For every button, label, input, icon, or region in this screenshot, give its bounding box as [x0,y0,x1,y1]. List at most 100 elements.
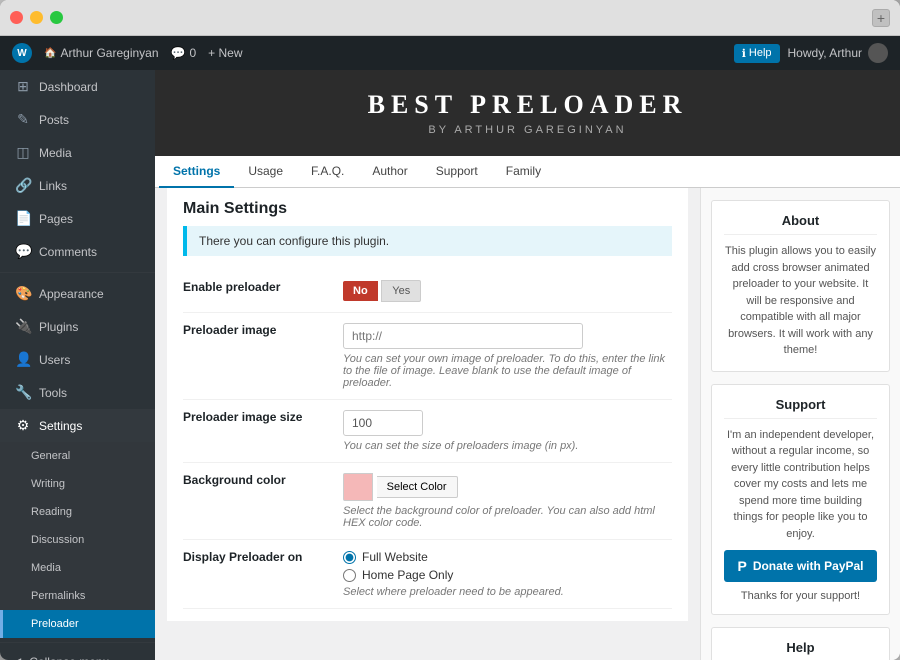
field-display-on: Full Website Home Page Only Select where [343,540,672,609]
sidebar-item-general[interactable]: General [0,442,155,470]
maximize-button[interactable] [50,11,63,24]
toggle-yes-button[interactable]: Yes [381,280,421,302]
label-image-size: Preloader image size [183,400,343,463]
sidebar-item-links[interactable]: 🔗 Links [0,169,155,202]
wp-admin: W 🏠 Arthur Gareginyan 💬 0 + New ℹ Help [0,36,900,660]
label-preloader-image: Preloader image [183,313,343,400]
sidebar-item-posts[interactable]: ✎ Posts [0,103,155,136]
collapse-menu-item[interactable]: ◀ Collapse menu [0,647,155,660]
settings-submenu: General Writing Reading Discussion Media… [0,442,155,638]
help-box-title: Help [724,640,877,660]
sidebar-item-permalinks[interactable]: Permalinks [0,582,155,610]
tools-icon: 🔧 [15,384,31,401]
sidebar-item-plugins[interactable]: 🔌 Plugins [0,310,155,343]
comments-item[interactable]: 💬 0 [171,46,197,60]
label-bg-color: Background color [183,463,343,540]
field-image-size: You can set the size of preloaders image… [343,400,672,463]
sidebar-item-users[interactable]: 👤 Users [0,343,155,376]
sidebar-item-pages[interactable]: 📄 Pages [0,202,155,235]
tab-usage[interactable]: Usage [234,156,297,188]
appearance-icon: 🎨 [15,285,31,302]
sidebar-label-settings: Settings [39,419,82,433]
label-enable-preloader: Enable preloader [183,270,343,313]
help-button[interactable]: ℹ Help [734,44,780,63]
sidebar-label-dashboard: Dashboard [39,80,98,94]
sidebar-item-discussion[interactable]: Discussion [0,526,155,554]
row-bg-color: Background color Select Color Select the… [183,463,672,540]
media-settings-label: Media [31,562,61,574]
sidebar-item-comments[interactable]: 💬 Comments [0,235,155,268]
permalinks-label: Permalinks [31,590,85,602]
sidebar-label-plugins: Plugins [39,320,78,334]
about-text: This plugin allows you to easily add cro… [724,243,877,359]
bg-color-desc: Select the background color of preloader… [343,505,672,529]
field-preloader-image: You can set your own image of preloader.… [343,313,672,400]
sidebar-label-posts: Posts [39,113,69,127]
radio-home-only[interactable]: Home Page Only [343,568,672,582]
preloader-image-input[interactable] [343,323,583,349]
display-on-desc: Select where preloader need to be appear… [343,586,672,598]
plugin-sidebar: About This plugin allows you to easily a… [700,188,900,660]
radio-full-website[interactable]: Full Website [343,550,672,564]
avatar [868,43,888,63]
sidebar-item-preloader[interactable]: Preloader [0,610,155,638]
row-display-on: Display Preloader on Full Website [183,540,672,609]
reading-label: Reading [31,506,72,518]
sidebar-label-media: Media [39,146,72,160]
traffic-lights [10,11,63,24]
sidebar-item-reading[interactable]: Reading [0,498,155,526]
donate-button[interactable]: P Donate with PayPal [724,550,877,582]
title-bar: + [0,0,900,36]
paypal-icon: P [737,558,746,574]
settings-table: Enable preloader No Yes Preloader image [183,270,672,609]
row-image-size: Preloader image size You can set the siz… [183,400,672,463]
image-size-desc: You can set the size of preloaders image… [343,440,672,452]
plugin-banner: BEST PRELOADER BY ARTHUR GAREGINYAN [155,70,900,156]
select-color-button[interactable]: Select Color [377,476,458,498]
expand-button[interactable]: + [872,9,890,27]
field-enable-preloader: No Yes [343,270,672,313]
tab-settings[interactable]: Settings [159,156,234,188]
radio-full-website-input[interactable] [343,551,356,564]
admin-bar-right: ℹ Help Howdy, Arthur [734,43,888,63]
sidebar-item-tools[interactable]: 🔧 Tools [0,376,155,409]
toggle-no-button[interactable]: No [343,281,378,301]
sidebar-item-writing[interactable]: Writing [0,470,155,498]
sidebar-item-appearance[interactable]: 🎨 Appearance [0,277,155,310]
sidebar-label-links: Links [39,179,67,193]
comments-count: 0 [189,46,196,60]
content-area: BEST PRELOADER BY ARTHUR GAREGINYAN Sett… [155,70,900,660]
sidebar-label-appearance: Appearance [39,287,104,301]
sidebar-label-users: Users [39,353,70,367]
admin-bar: W 🏠 Arthur Gareginyan 💬 0 + New ℹ Help [0,36,900,70]
radio-home-only-label: Home Page Only [362,568,453,582]
collapse-label: Collapse menu [29,655,109,660]
collapse-icon: ◀ [12,655,21,660]
radio-home-only-input[interactable] [343,569,356,582]
sidebar-item-media[interactable]: ◫ Media [0,136,155,169]
howdy-item[interactable]: Howdy, Arthur [788,43,888,63]
about-box: About This plugin allows you to easily a… [711,200,890,372]
sidebar-item-media-settings[interactable]: Media [0,554,155,582]
plugin-content: Main Settings There you can configure th… [155,188,900,660]
tab-support[interactable]: Support [422,156,492,188]
users-icon: 👤 [15,351,31,368]
minimize-button[interactable] [30,11,43,24]
tab-faq[interactable]: F.A.Q. [297,156,358,188]
tab-author[interactable]: Author [358,156,421,188]
sidebar-item-dashboard[interactable]: ⊞ Dashboard [0,70,155,103]
preloader-label: Preloader [31,618,79,630]
image-size-input[interactable] [343,410,423,436]
new-item[interactable]: + New [208,46,242,60]
support-box: Support I'm an independent developer, wi… [711,384,890,616]
wp-logo[interactable]: W [12,43,32,63]
about-title: About [724,213,877,235]
tab-family[interactable]: Family [492,156,555,188]
pages-icon: 📄 [15,210,31,227]
sidebar-item-settings[interactable]: ⚙ Settings [0,409,155,442]
site-name-item[interactable]: 🏠 Arthur Gareginyan [44,46,159,60]
sidebar-label-tools: Tools [39,386,67,400]
plugin-subtitle: BY ARTHUR GAREGINYAN [175,124,880,136]
settings-title: Main Settings [183,200,672,218]
close-button[interactable] [10,11,23,24]
